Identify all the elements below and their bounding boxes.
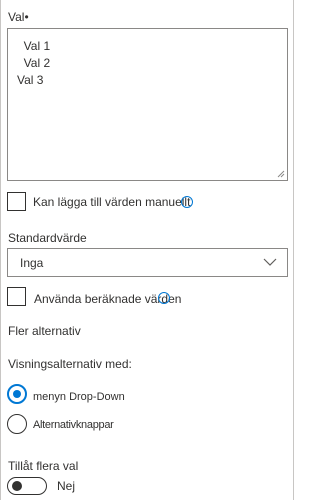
- info-icon[interactable]: [158, 292, 170, 304]
- allow-multiple-toggle[interactable]: [7, 477, 47, 495]
- more-options-heading: Fler alternativ: [8, 324, 81, 338]
- choices-textarea[interactable]: Val 1 Val 2 Val 3: [7, 28, 288, 181]
- calculated-values-checkbox[interactable]: [7, 287, 26, 306]
- radio-option-buttons[interactable]: [7, 414, 27, 434]
- default-value-dropdown[interactable]: Inga: [7, 248, 288, 277]
- choice-line-3: Val 3: [17, 73, 44, 87]
- radio-dropdown-menu[interactable]: [7, 384, 27, 404]
- choices-label-text: Val: [8, 10, 25, 24]
- info-icon[interactable]: [181, 196, 193, 208]
- allow-multiple-label: Tillåt flera val: [8, 459, 79, 473]
- choice-line-1: Val 1: [17, 39, 51, 53]
- choice-line-2: Val 2: [17, 56, 51, 70]
- default-value-label: Standardvärde: [8, 231, 87, 245]
- toggle-knob: [12, 481, 22, 491]
- radio-option-buttons-label: Alternativknappar: [33, 419, 114, 431]
- allow-manual-label: Kan lägga till värden manuellt: [33, 195, 191, 209]
- column-settings-panel: Val• Val 1 Val 2 Val 3 Kan lägga till vä…: [0, 0, 294, 500]
- default-value-selected: Inga: [20, 256, 44, 270]
- allow-multiple-state: Nej: [57, 479, 76, 493]
- choices-label: Val•: [8, 10, 29, 25]
- display-choices-label: Visningsalternativ med:: [8, 357, 132, 371]
- radio-dropdown-menu-label: menyn Drop-Down: [33, 391, 125, 403]
- resize-grip-icon[interactable]: [277, 170, 285, 178]
- required-marker: •: [24, 10, 29, 24]
- allow-manual-checkbox[interactable]: [7, 192, 26, 211]
- chevron-down-icon: [263, 258, 277, 266]
